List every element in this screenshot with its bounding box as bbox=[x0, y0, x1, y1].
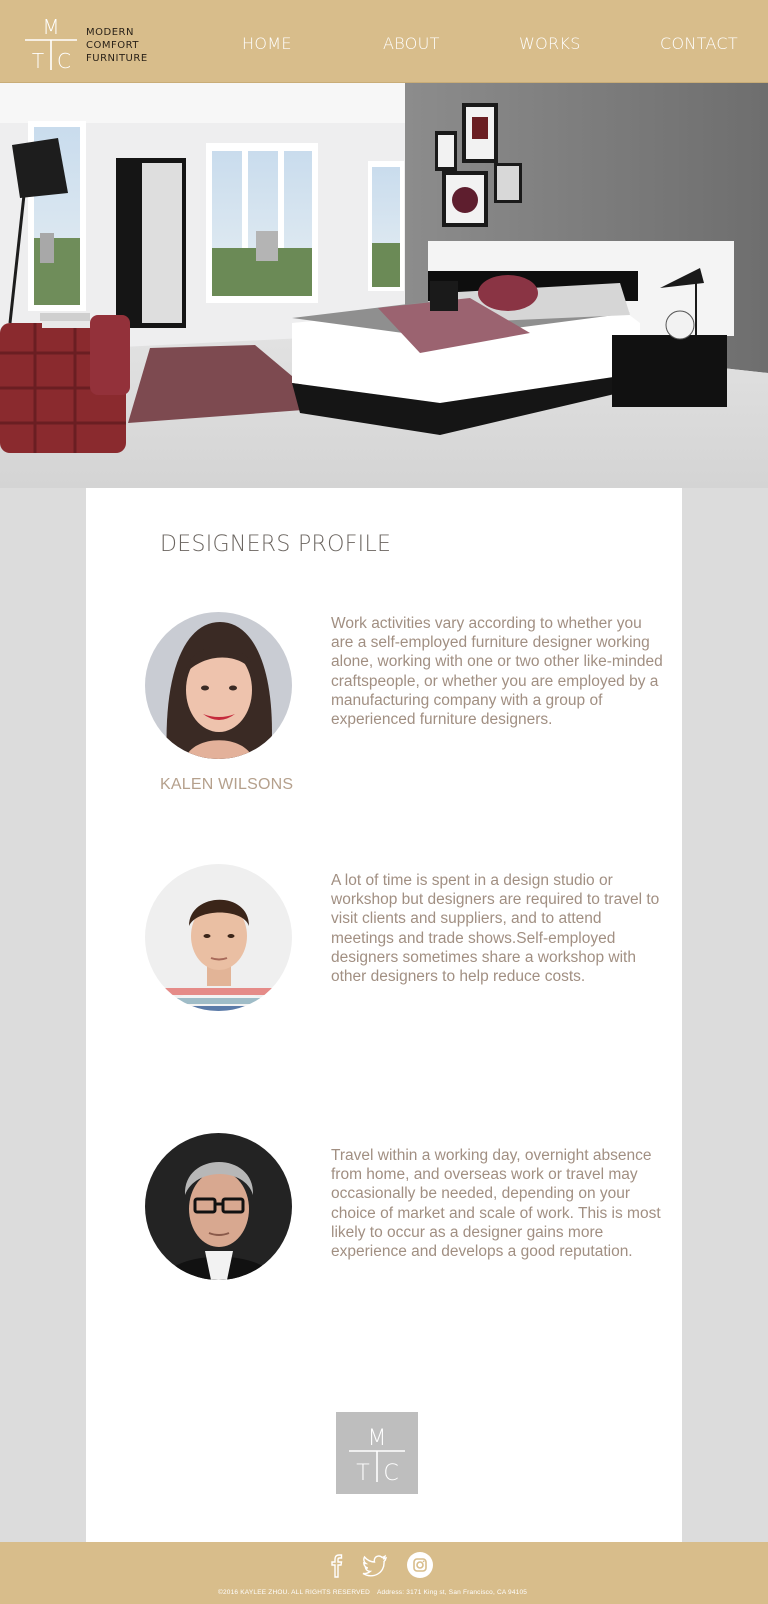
designer-2-avatar[interactable] bbox=[145, 864, 292, 1011]
brand-line-2: COMFORT bbox=[86, 40, 139, 51]
man-glasses-portrait-icon bbox=[145, 1133, 292, 1280]
brand-line-1: MODERN bbox=[86, 27, 134, 38]
footer-logo-t: T bbox=[356, 1461, 369, 1486]
designers-panel: DESIGNERS PROFILE KALEN WILSONS Work act… bbox=[86, 488, 682, 1542]
man-portrait-icon bbox=[145, 864, 292, 1011]
brand-line-3: FURNITURE bbox=[86, 53, 148, 64]
designer-2-bio: A lot of time is spent in a design studi… bbox=[331, 872, 660, 986]
instagram-icon[interactable] bbox=[406, 1551, 434, 1579]
page-title: DESIGNERS PROFILE bbox=[160, 532, 392, 557]
logo-mark-icon: M T C bbox=[349, 1426, 405, 1486]
designer-3-avatar[interactable] bbox=[145, 1133, 292, 1280]
brand-logo[interactable]: M T C MODERN COMFORT FURNITURE bbox=[24, 15, 164, 71]
footer-logo-m: M bbox=[368, 1426, 387, 1451]
logo-mark-icon: M T C bbox=[25, 15, 77, 71]
designer-1-avatar[interactable] bbox=[145, 612, 292, 759]
bedroom-photo-icon bbox=[0, 83, 768, 488]
footer-logo-c: C bbox=[383, 1461, 398, 1486]
site-header: M T C MODERN COMFORT FURNITURE HOME ABOU… bbox=[0, 0, 768, 83]
logo-mark-t: T bbox=[32, 49, 44, 71]
woman-portrait-icon bbox=[145, 612, 292, 759]
nav-works[interactable]: WORKS bbox=[519, 34, 581, 53]
nav-contact[interactable]: CONTACT bbox=[660, 34, 738, 53]
footer-logo[interactable]: M T C bbox=[336, 1412, 418, 1494]
hero-bedroom-image bbox=[0, 83, 768, 488]
facebook-icon[interactable] bbox=[323, 1551, 351, 1579]
footer-address: Address: 3171 King st, San Francisco, CA… bbox=[377, 1589, 528, 1596]
nav-home[interactable]: HOME bbox=[242, 34, 292, 53]
twitter-icon[interactable] bbox=[361, 1551, 389, 1579]
nav-about[interactable]: ABOUT bbox=[383, 34, 440, 53]
designer-3-bio: Travel within a working day, overnight a… bbox=[331, 1147, 661, 1261]
designer-1-name: KALEN WILSONS bbox=[160, 776, 294, 793]
site-footer: ©2016 KAYLEE ZHOU. ALL RIGHTS RESERVED A… bbox=[0, 1542, 768, 1604]
footer-copyright: ©2016 KAYLEE ZHOU. ALL RIGHTS RESERVED bbox=[218, 1589, 371, 1596]
designer-1-bio: Work activities vary according to whethe… bbox=[331, 615, 663, 729]
logo-mark-m: M bbox=[42, 15, 59, 39]
logo-mark-c: C bbox=[57, 49, 71, 71]
brand-wordmark: MODERN COMFORT FURNITURE bbox=[86, 26, 148, 65]
